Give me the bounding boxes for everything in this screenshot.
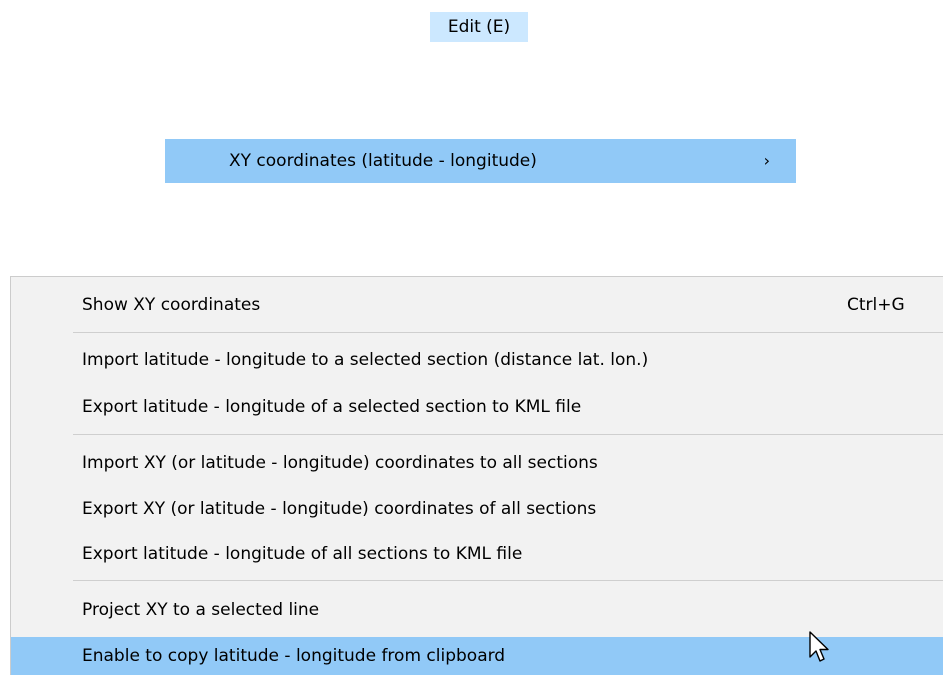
menu-item-xy-coordinates-label: XY coordinates (latitude - longitude)	[229, 151, 537, 171]
menu-edit[interactable]: Edit (E)	[430, 12, 528, 42]
menu-item-export-xy-all-sections[interactable]: Export XY (or latitude - longitude) coor…	[11, 490, 943, 528]
menu-item-label: Project XY to a selected line	[82, 600, 320, 620]
menu-item-export-latlon-all-sections-kml[interactable]: Export latitude - longitude of all secti…	[11, 535, 943, 573]
chevron-right-icon: ›	[763, 151, 770, 170]
menu-separator	[73, 434, 943, 435]
menu-item-label: Export XY (or latitude - longitude) coor…	[82, 499, 597, 519]
menu-item-xy-coordinates[interactable]: XY coordinates (latitude - longitude) ›	[165, 139, 796, 183]
menu-item-project-xy-selected-line[interactable]: Project XY to a selected line	[11, 591, 943, 629]
menu-item-enable-copy-latlon-clipboard[interactable]: Enable to copy latitude - longitude from…	[11, 637, 943, 675]
menu-item-label: Export latitude - longitude of all secti…	[82, 544, 523, 564]
menu-item-label: Import latitude - longitude to a selecte…	[82, 350, 649, 370]
menu-separator	[73, 332, 943, 333]
menu-edit-label: Edit (E)	[447, 17, 511, 37]
menu-item-shortcut: Ctrl+G	[847, 295, 905, 315]
menu-item-label: Show XY coordinates	[82, 295, 261, 315]
menu-item-export-latlon-selected-section-kml[interactable]: Export latitude - longitude of a selecte…	[11, 388, 943, 426]
menu-item-import-xy-all-sections[interactable]: Import XY (or latitude - longitude) coor…	[11, 444, 943, 482]
screen: Edit (E) XY coordinates (latitude - long…	[0, 0, 943, 675]
menu-item-label: Enable to copy latitude - longitude from…	[82, 646, 506, 666]
menu-separator	[73, 580, 943, 581]
submenu-xy-coordinates: Show XY coordinates Ctrl+G Import latitu…	[10, 276, 943, 675]
menu-item-import-latlon-selected-section[interactable]: Import latitude - longitude to a selecte…	[11, 341, 943, 379]
menu-item-show-xy-coordinates[interactable]: Show XY coordinates Ctrl+G	[11, 286, 943, 324]
arrow-pointer-icon	[809, 631, 829, 662]
menu-item-label: Import XY (or latitude - longitude) coor…	[82, 453, 598, 473]
menu-item-label: Export latitude - longitude of a selecte…	[82, 397, 582, 417]
